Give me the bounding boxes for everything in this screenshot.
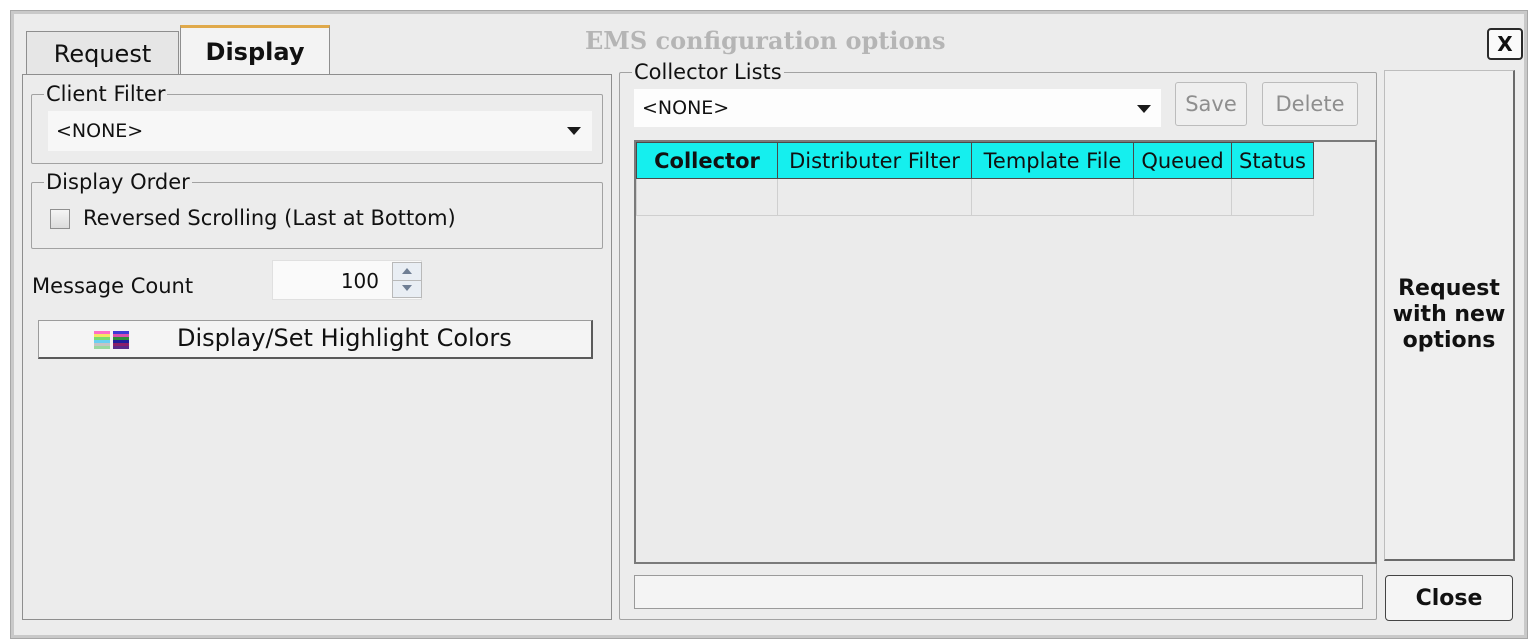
status-bar — [634, 575, 1363, 609]
table-header-row: Collector Distributer Filter Template Fi… — [636, 142, 1314, 179]
spin-down-button[interactable] — [393, 280, 421, 297]
client-filter-select[interactable]: <NONE> — [48, 111, 592, 151]
column-header-collector[interactable]: Collector — [636, 142, 778, 179]
tab-display[interactable]: Display — [180, 25, 330, 75]
display-order-legend: Display Order — [46, 170, 190, 194]
display-set-highlight-colors-button[interactable]: Display/Set Highlight Colors — [38, 320, 593, 359]
save-button[interactable]: Save — [1175, 82, 1247, 126]
table-cell[interactable] — [971, 178, 1134, 216]
arrow-down-icon — [402, 285, 412, 291]
client-filter-value: <NONE> — [56, 120, 144, 142]
collector-grid[interactable]: Collector Distributer Filter Template Fi… — [634, 140, 1377, 564]
message-count-spinner[interactable] — [392, 262, 422, 298]
collector-table: Collector Distributer Filter Template Fi… — [636, 142, 1314, 216]
column-header-distributer-filter[interactable]: Distributer Filter — [777, 142, 972, 179]
close-window-button[interactable]: X — [1487, 28, 1523, 60]
collector-list-value: <NONE> — [642, 97, 730, 119]
request-with-new-options-button[interactable]: Request with new options — [1384, 70, 1515, 561]
tab-request[interactable]: Request — [26, 31, 179, 75]
reversed-scrolling-label: Reversed Scrolling (Last at Bottom) — [83, 206, 456, 230]
table-cell[interactable] — [777, 178, 972, 216]
delete-button[interactable]: Delete — [1262, 82, 1358, 126]
message-count-value: 100 — [340, 269, 379, 293]
close-button[interactable]: Close — [1385, 575, 1513, 621]
spin-up-button[interactable] — [393, 263, 421, 281]
chevron-down-icon — [1137, 105, 1151, 113]
table-cell[interactable] — [1231, 178, 1314, 216]
collector-lists-legend: Collector Lists — [634, 60, 782, 84]
message-count-label: Message Count — [32, 274, 194, 298]
column-header-template-file[interactable]: Template File — [971, 142, 1134, 179]
color-swatches-icon — [94, 331, 129, 349]
table-cell[interactable] — [1133, 178, 1232, 216]
highlight-colors-label: Display/Set Highlight Colors — [177, 324, 512, 352]
column-header-status[interactable]: Status — [1231, 142, 1314, 179]
arrow-up-icon — [402, 268, 412, 274]
collector-list-select[interactable]: <NONE> — [634, 89, 1161, 127]
column-header-queued[interactable]: Queued — [1133, 142, 1232, 179]
table-cell[interactable] — [636, 178, 778, 216]
client-filter-legend: Client Filter — [46, 82, 166, 106]
chevron-down-icon — [567, 127, 581, 135]
reversed-scrolling-checkbox[interactable] — [50, 209, 70, 229]
table-row[interactable] — [636, 178, 1314, 216]
window-title: EMS configuration options — [585, 26, 946, 55]
